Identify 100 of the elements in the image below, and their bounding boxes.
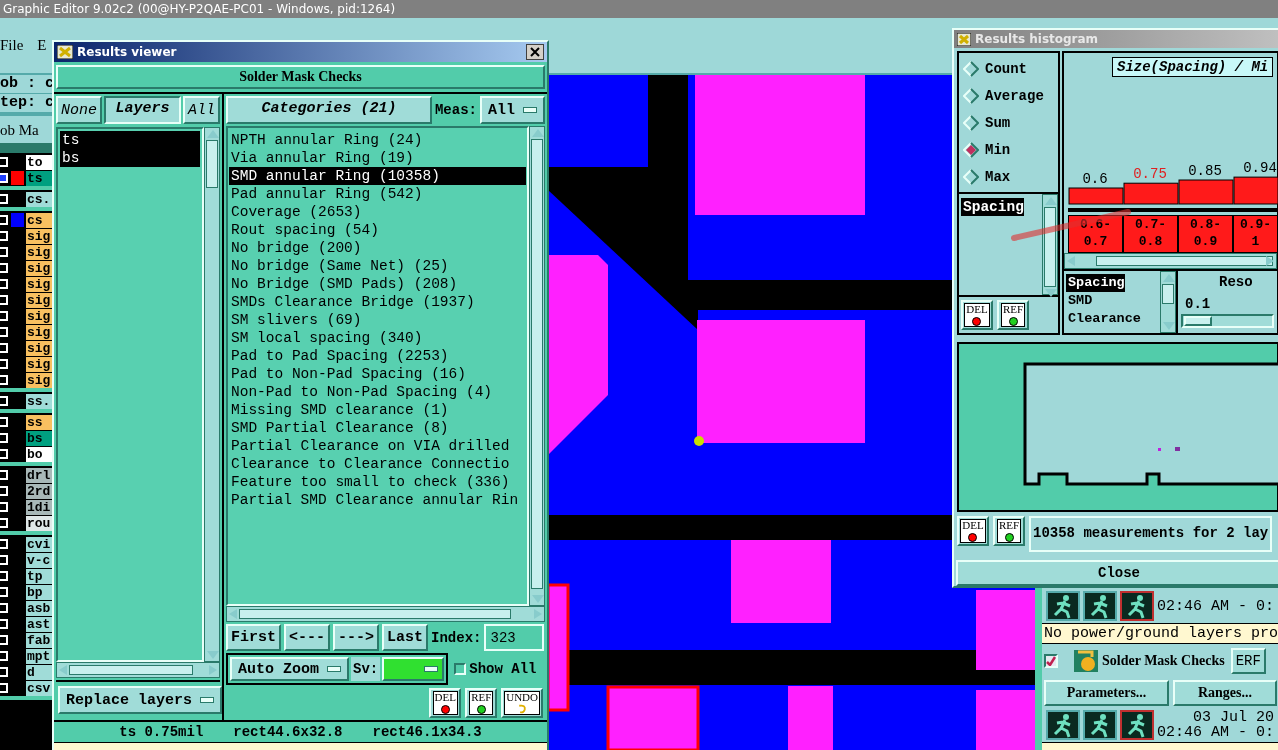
layer-checkbox[interactable] <box>0 375 8 385</box>
nav-button[interactable]: ---> <box>333 624 380 651</box>
layer-checkbox[interactable] <box>0 667 8 677</box>
category-item[interactable]: No bridge (200) <box>229 239 526 257</box>
layer-name[interactable]: sig <box>26 228 52 244</box>
index-field[interactable]: 323 <box>484 624 545 651</box>
layer-name[interactable]: sig <box>26 372 52 388</box>
layer-checkbox[interactable] <box>0 651 8 661</box>
layer-name[interactable]: 2rd <box>26 483 52 499</box>
layer-checkbox[interactable] <box>0 571 8 581</box>
close-button[interactable]: Close <box>956 560 1278 586</box>
layer-name[interactable]: sig <box>26 260 52 276</box>
category-item[interactable]: Pad to Pad Spacing (2253) <box>229 347 526 365</box>
category-item[interactable]: SMDs Clearance Bridge (1937) <box>229 293 526 311</box>
layer-name[interactable]: sig <box>26 244 52 260</box>
refresh-button[interactable]: REF <box>993 516 1025 546</box>
layer-name[interactable]: cs. <box>26 191 52 207</box>
category-item[interactable]: SMD Partial Clearance (8) <box>229 419 526 437</box>
category-item[interactable]: Pad annular Ring (542) <box>229 185 526 203</box>
histogram-bar[interactable] <box>1233 176 1278 205</box>
delete-button[interactable]: DEL <box>429 688 462 718</box>
layer-checkbox[interactable] <box>0 231 8 241</box>
show-all-checkbox[interactable] <box>454 663 467 675</box>
action-button[interactable]: Parameters... <box>1044 680 1169 706</box>
nav-button[interactable]: Last <box>382 624 429 651</box>
layer-checkbox[interactable] <box>0 157 8 167</box>
zoom-dropdown[interactable]: Auto Zoom <box>230 657 349 681</box>
layer-name[interactable]: bp <box>26 584 52 600</box>
layer-list-item[interactable]: ts <box>60 131 200 149</box>
layer-name[interactable]: drl <box>26 467 52 483</box>
category-item[interactable]: No bridge (Same Net) (25) <box>229 257 526 275</box>
layer-checkbox[interactable] <box>0 603 8 613</box>
severity-dropdown[interactable] <box>382 657 445 681</box>
color-swatch[interactable] <box>11 213 24 227</box>
layer-name[interactable]: sig <box>26 356 52 372</box>
category-item[interactable]: Feature too small to check (336) <box>229 473 526 491</box>
horizontal-scrollbar[interactable] <box>226 606 545 622</box>
layer-checkbox[interactable] <box>0 215 8 225</box>
field-item[interactable]: SMD <box>1066 292 1158 310</box>
layer-checkbox[interactable] <box>0 502 8 512</box>
layer-checkbox[interactable] <box>0 263 8 273</box>
category-item[interactable]: SM slivers (69) <box>229 311 526 329</box>
field-item[interactable]: Spacing <box>1066 274 1125 292</box>
layer-checkbox[interactable] <box>0 555 8 565</box>
layer-checkbox[interactable] <box>0 194 8 204</box>
vertical-scrollbar[interactable] <box>1042 194 1058 295</box>
histogram-bar[interactable] <box>1068 187 1124 205</box>
menu-item[interactable]: E <box>37 37 47 73</box>
close-button[interactable] <box>526 44 544 60</box>
category-item[interactable]: Partial SMD Clearance annular Rin <box>229 491 526 509</box>
layer-name[interactable]: sig <box>26 340 52 356</box>
radio-button[interactable] <box>963 114 979 131</box>
layer-name[interactable]: to <box>26 154 52 170</box>
layer-checkbox[interactable] <box>0 470 8 480</box>
radio-button[interactable] <box>963 87 979 104</box>
layer-checkbox[interactable] <box>0 539 8 549</box>
category-item[interactable]: No Bridge (SMD Pads) (208) <box>229 275 526 293</box>
delete-button[interactable]: DEL <box>961 300 993 330</box>
layer-name[interactable]: sig <box>26 324 52 340</box>
category-item[interactable]: Missing SMD clearance (1) <box>229 401 526 419</box>
layer-name[interactable]: ast <box>26 616 52 632</box>
category-item[interactable]: Via annular Ring (19) <box>229 149 526 167</box>
layer-checkbox[interactable] <box>0 635 8 645</box>
layer-checkbox[interactable] <box>0 279 8 289</box>
undo-button[interactable]: UNDO <box>501 688 543 718</box>
layer-checkbox[interactable] <box>0 587 8 597</box>
layer-checkbox[interactable] <box>0 518 8 528</box>
layer-name[interactable]: asb <box>26 600 52 616</box>
color-swatch[interactable] <box>11 171 24 185</box>
layer-name[interactable]: cs <box>26 212 52 228</box>
meas-dropdown[interactable]: All <box>480 96 545 124</box>
category-item[interactable]: Coverage (2653) <box>229 203 526 221</box>
layer-name[interactable]: d <box>26 664 52 680</box>
layer-name[interactable]: tp <box>26 568 52 584</box>
histogram-bar[interactable] <box>1178 179 1234 205</box>
category-item[interactable]: Pad to Non-Pad Spacing (16) <box>229 365 526 383</box>
layer-checkbox[interactable] <box>0 173 8 183</box>
radio-button[interactable] <box>963 168 979 185</box>
layer-name[interactable]: ss <box>26 414 52 430</box>
layer-checkbox[interactable] <box>0 449 8 459</box>
nav-button[interactable]: <--- <box>284 624 331 651</box>
layer-name[interactable]: csv <box>26 680 52 696</box>
layer-checkbox[interactable] <box>0 683 8 693</box>
layer-name[interactable]: ts <box>26 170 52 186</box>
task-checkbox[interactable] <box>1044 654 1058 668</box>
layer-checkbox[interactable] <box>0 295 8 305</box>
check-title-button[interactable]: Solder Mask Checks <box>56 65 545 89</box>
layer-checkbox[interactable] <box>0 433 8 443</box>
none-button[interactable]: None <box>56 96 102 124</box>
nav-button[interactable]: First <box>226 624 281 651</box>
vertical-scrollbar[interactable] <box>204 127 220 662</box>
layer-name[interactable]: v-c <box>26 552 52 568</box>
layer-checkbox[interactable] <box>0 343 8 353</box>
layer-checkbox[interactable] <box>0 327 8 337</box>
category-item[interactable]: NPTH annular Ring (24) <box>229 131 526 149</box>
category-item[interactable]: Rout spacing (54) <box>229 221 526 239</box>
layer-name[interactable]: fab <box>26 632 52 648</box>
layer-checkbox[interactable] <box>0 247 8 257</box>
layer-checkbox[interactable] <box>0 311 8 321</box>
layer-name[interactable]: mpt <box>26 648 52 664</box>
